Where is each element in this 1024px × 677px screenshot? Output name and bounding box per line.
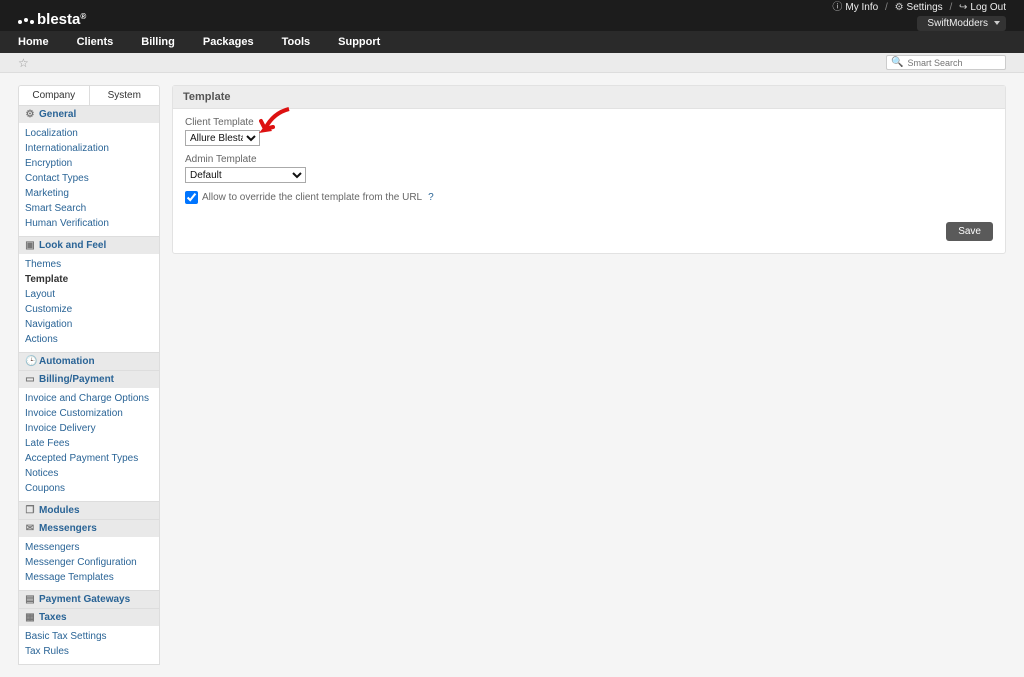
link-late-fees[interactable]: Late Fees	[25, 436, 153, 451]
link-notices[interactable]: Notices	[25, 466, 153, 481]
section-taxes[interactable]: ▦Taxes	[19, 608, 159, 626]
card-icon: ▭	[25, 374, 35, 385]
override-label: Allow to override the client template fr…	[202, 192, 422, 203]
tax-icon: ▦	[25, 612, 35, 623]
nav-clients[interactable]: Clients	[77, 36, 114, 48]
section-general[interactable]: ⚙General	[19, 106, 159, 123]
link-navigation[interactable]: Navigation	[25, 317, 153, 332]
caret-down-icon	[994, 21, 1000, 25]
logo[interactable]: blesta®	[18, 11, 86, 28]
link-template[interactable]: Template	[25, 272, 153, 287]
admin-template-select[interactable]: Default	[185, 167, 306, 183]
link-human-verification[interactable]: Human Verification	[25, 216, 153, 231]
puzzle-icon: ❒	[25, 505, 35, 516]
nav-tools[interactable]: Tools	[282, 36, 311, 48]
link-contact-types[interactable]: Contact Types	[25, 171, 153, 186]
favorite-star-icon[interactable]: ☆	[18, 56, 29, 70]
nav-billing[interactable]: Billing	[141, 36, 175, 48]
nav-packages[interactable]: Packages	[203, 36, 254, 48]
client-template-select[interactable]: Allure Blesta Theme	[185, 130, 260, 146]
admin-template-label: Admin Template	[185, 154, 993, 165]
clock-icon: 🕒	[25, 356, 35, 367]
panel-title: Template	[173, 86, 1005, 109]
image-icon: ▣	[25, 240, 35, 251]
nav-support[interactable]: Support	[338, 36, 380, 48]
link-themes[interactable]: Themes	[25, 257, 153, 272]
gear-icon: ⚙	[25, 109, 35, 120]
link-messenger-configuration[interactable]: Messenger Configuration	[25, 555, 153, 570]
top-myinfo[interactable]: My Info	[845, 2, 878, 13]
search-input[interactable]	[907, 56, 997, 69]
link-smart-search[interactable]: Smart Search	[25, 201, 153, 216]
link-tax-rules[interactable]: Tax Rules	[25, 644, 153, 659]
section-billing-payment[interactable]: ▭Billing/Payment	[19, 370, 159, 388]
user-dropdown[interactable]: SwiftModders	[917, 16, 1006, 31]
link-invoice-customization[interactable]: Invoice Customization	[25, 406, 153, 421]
info-icon: ⓘ	[832, 2, 842, 13]
link-localization[interactable]: Localization	[25, 126, 153, 141]
link-actions[interactable]: Actions	[25, 332, 153, 347]
link-marketing[interactable]: Marketing	[25, 186, 153, 201]
link-basic-tax-settings[interactable]: Basic Tax Settings	[25, 629, 153, 644]
link-messengers[interactable]: Messengers	[25, 540, 153, 555]
override-checkbox[interactable]	[185, 191, 198, 204]
section-automation[interactable]: 🕒Automation	[19, 352, 159, 370]
top-settings[interactable]: Settings	[907, 2, 943, 13]
gateway-icon: ▤	[25, 594, 35, 605]
link-accepted-payment-types[interactable]: Accepted Payment Types	[25, 451, 153, 466]
link-internationalization[interactable]: Internationalization	[25, 141, 153, 156]
client-template-label: Client Template	[185, 117, 993, 128]
search-icon: 🔍	[887, 57, 907, 68]
link-invoice-charge-options[interactable]: Invoice and Charge Options	[25, 391, 153, 406]
main-nav: Home Clients Billing Packages Tools Supp…	[0, 31, 1024, 53]
section-messengers[interactable]: ✉Messengers	[19, 519, 159, 537]
link-encryption[interactable]: Encryption	[25, 156, 153, 171]
link-layout[interactable]: Layout	[25, 287, 153, 302]
logout-icon: ↪	[959, 2, 967, 13]
help-icon[interactable]: ?	[428, 192, 434, 203]
smart-search[interactable]: 🔍	[886, 55, 1006, 70]
link-coupons[interactable]: Coupons	[25, 481, 153, 496]
section-payment-gateways[interactable]: ▤Payment Gateways	[19, 590, 159, 608]
top-logout[interactable]: Log Out	[970, 2, 1006, 13]
nav-home[interactable]: Home	[18, 36, 49, 48]
link-message-templates[interactable]: Message Templates	[25, 570, 153, 585]
link-customize[interactable]: Customize	[25, 302, 153, 317]
tab-system[interactable]: System	[89, 86, 160, 105]
save-button[interactable]: Save	[946, 222, 993, 241]
gear-icon: ⚙	[895, 2, 904, 13]
section-look-and-feel[interactable]: ▣Look and Feel	[19, 236, 159, 254]
link-invoice-delivery[interactable]: Invoice Delivery	[25, 421, 153, 436]
section-modules[interactable]: ❒Modules	[19, 501, 159, 519]
tab-company[interactable]: Company	[19, 86, 89, 105]
